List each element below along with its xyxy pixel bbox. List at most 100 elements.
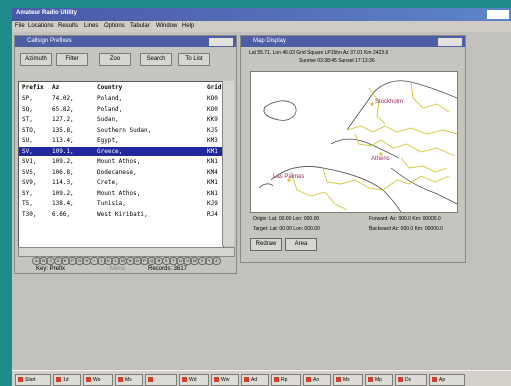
cell-prefix: T5, bbox=[22, 200, 33, 207]
map-window-title-bar[interactable]: Map Display bbox=[241, 36, 465, 47]
column-header-grid[interactable]: Grid bbox=[207, 84, 221, 91]
table-row[interactable]: SV5, 106.8, Dodecanese, KM4 bbox=[19, 168, 223, 177]
map-sun-info: Sunrise 03:38:45 Sunset 17:13:36 bbox=[299, 58, 375, 64]
cell-country: Egypt, bbox=[97, 137, 119, 144]
search-button[interactable]: Search bbox=[140, 53, 172, 66]
taskbar-item-label: Ww bbox=[221, 377, 230, 383]
cell-grid: KO0 bbox=[207, 95, 218, 102]
menu-help[interactable]: Help bbox=[182, 23, 194, 29]
taskbar-item-label: Wd bbox=[189, 377, 197, 383]
origin-coordinates: Origin: Lat: 00.00 Lon: 000.00 bbox=[253, 216, 320, 222]
map-canvas[interactable]: Stockholm Athens Las Palmas bbox=[250, 71, 458, 213]
cell-prefix: T30, bbox=[22, 210, 37, 218]
taskbar-item[interactable] bbox=[145, 374, 177, 386]
table-row[interactable]: SU, 113.4, Egypt, KM3 bbox=[19, 136, 223, 145]
taskbar-item[interactable]: Wo bbox=[83, 374, 113, 386]
cell-prefix: STO, bbox=[22, 126, 37, 134]
taskbar-item-label: Ms bbox=[125, 377, 132, 383]
taskbar-item[interactable]: Ap bbox=[429, 374, 465, 386]
cell-prefix: SV, bbox=[22, 147, 33, 155]
taskbar-item[interactable]: Ad bbox=[241, 374, 269, 386]
app-icon bbox=[182, 377, 187, 382]
column-header-country[interactable]: Country bbox=[97, 84, 122, 91]
taskbar-item-label: Ap bbox=[439, 377, 446, 383]
cell-az: 109.1, bbox=[52, 147, 74, 155]
prefix-list[interactable]: Prefix Az Country Grid SP, 74.02, Poland, K… bbox=[18, 81, 224, 248]
callsign-window-controls[interactable] bbox=[209, 38, 233, 46]
table-row[interactable]: SV, 109.1, Greece, KM1 bbox=[19, 146, 223, 156]
cell-country: Mount Athos, bbox=[97, 189, 141, 197]
app-icon bbox=[148, 377, 153, 382]
azimuth-button[interactable]: Azimuth bbox=[20, 53, 52, 66]
table-row[interactable]: STO, 135.8, Southern Sudan, KJ5 bbox=[19, 126, 223, 135]
map-window-controls[interactable] bbox=[438, 38, 462, 46]
target-coordinates: Target: Lat: 00.00 Lon: 000.00 bbox=[253, 226, 320, 232]
menu-results[interactable]: Results bbox=[58, 23, 78, 29]
table-row[interactable]: SY, 109.2, Mount Athos, KN1 bbox=[19, 189, 223, 198]
taskbar-item[interactable]: Ms bbox=[115, 374, 143, 386]
start-button[interactable]: Start bbox=[15, 374, 51, 386]
cell-az: 138.4, bbox=[52, 200, 74, 207]
cell-az: 135.8, bbox=[52, 126, 74, 134]
menu-lines[interactable]: Lines bbox=[84, 23, 98, 29]
taskbar-item-label: Rp bbox=[281, 377, 288, 383]
app-icon bbox=[244, 377, 249, 382]
callsign-window: Callsign Prefixes Azimuth Filter Zoo Sea… bbox=[14, 35, 237, 274]
status-key: Key: Prefix bbox=[36, 266, 66, 272]
window-controls[interactable] bbox=[487, 10, 509, 19]
table-row[interactable]: ST, 127.2, Sudan, KK9 bbox=[19, 115, 223, 124]
cell-grid: KJ5 bbox=[207, 126, 218, 134]
taskbar-item[interactable]: Ao bbox=[303, 374, 331, 386]
desktop: Amateur Radio Utility File Locations Res… bbox=[12, 8, 511, 386]
forward-bearing: Forward: Az: 000.0 Km: 00000.0 bbox=[369, 216, 441, 222]
callsign-window-title-bar[interactable]: Callsign Prefixes bbox=[15, 36, 236, 47]
callsign-window-title: Callsign Prefixes bbox=[27, 38, 72, 44]
zoo-button[interactable]: Zoo bbox=[99, 53, 131, 66]
menu-file[interactable]: File bbox=[15, 23, 25, 29]
menu-window[interactable]: Window bbox=[156, 23, 177, 29]
cell-az: 6.66, bbox=[52, 210, 71, 218]
menu-locations[interactable]: Locations bbox=[28, 23, 54, 29]
prefix-list-vertical-scrollbar[interactable] bbox=[222, 81, 234, 246]
taskbar-item[interactable]: Rp bbox=[271, 374, 301, 386]
filter-button[interactable]: Filter bbox=[56, 53, 88, 66]
app-icon bbox=[398, 377, 403, 382]
table-row[interactable]: T30, 6.66, West Kiribati, RJ4 bbox=[19, 210, 223, 219]
callsign-status-bar: Key: Prefix Menu Records: 3617 bbox=[18, 265, 233, 274]
area-button[interactable]: Area bbox=[285, 238, 317, 251]
cell-country: West Kiribati, bbox=[97, 210, 148, 218]
column-header-az[interactable]: Az bbox=[52, 84, 59, 91]
table-row[interactable]: SV9, 114.3, Crete, KM1 bbox=[19, 178, 223, 187]
prefix-list-horizontal-scrollbar[interactable] bbox=[18, 247, 235, 257]
table-row[interactable]: SP, 74.02, Poland, KO0 bbox=[19, 94, 223, 103]
taskbar-item-label: Ao bbox=[313, 377, 320, 383]
table-row[interactable]: T5, 138.4, Tunisia, KJ9 bbox=[19, 199, 223, 208]
cell-prefix: SV9, bbox=[22, 179, 37, 186]
taskbar-item[interactable]: Ww bbox=[211, 374, 239, 386]
redraw-button[interactable]: Redraw bbox=[250, 238, 282, 251]
column-header-prefix[interactable]: Prefix bbox=[22, 84, 44, 91]
to-list-button[interactable]: To List bbox=[178, 53, 210, 66]
taskbar-item[interactable]: Ds bbox=[395, 374, 427, 386]
map-window-title: Map Display bbox=[253, 38, 287, 44]
city-label-las-palmas: Las Palmas bbox=[273, 174, 305, 180]
status-state: Menu bbox=[110, 266, 126, 272]
table-row[interactable]: SQ, 65.82, Poland, KO0 bbox=[19, 105, 223, 114]
letter-index-z[interactable]: Z bbox=[212, 257, 221, 265]
cell-az: 109.2, bbox=[52, 189, 74, 197]
cell-az: 65.82, bbox=[52, 105, 74, 113]
cell-prefix: SV5, bbox=[22, 168, 37, 176]
taskbar-item[interactable]: Wd bbox=[179, 374, 209, 386]
cell-az: 127.2, bbox=[52, 116, 74, 123]
table-row[interactable]: SV1, 109.2, Mount Athos, KN1 bbox=[19, 157, 223, 166]
taskbar-item[interactable]: Mp bbox=[365, 374, 393, 386]
menu-tabular[interactable]: Tabular bbox=[130, 23, 150, 29]
cell-grid: KN1 bbox=[207, 158, 218, 165]
city-label-stockholm: Stockholm bbox=[375, 99, 404, 105]
menu-options[interactable]: Options bbox=[104, 23, 125, 29]
cell-country: Dodecanese, bbox=[97, 168, 137, 176]
taskbar-item[interactable]: Ms bbox=[333, 374, 363, 386]
taskbar-item[interactable]: 1d bbox=[53, 374, 81, 386]
menu-bar: File Locations Results Lines Options Tab… bbox=[12, 21, 511, 32]
app-title-bar[interactable]: Amateur Radio Utility bbox=[12, 8, 511, 21]
